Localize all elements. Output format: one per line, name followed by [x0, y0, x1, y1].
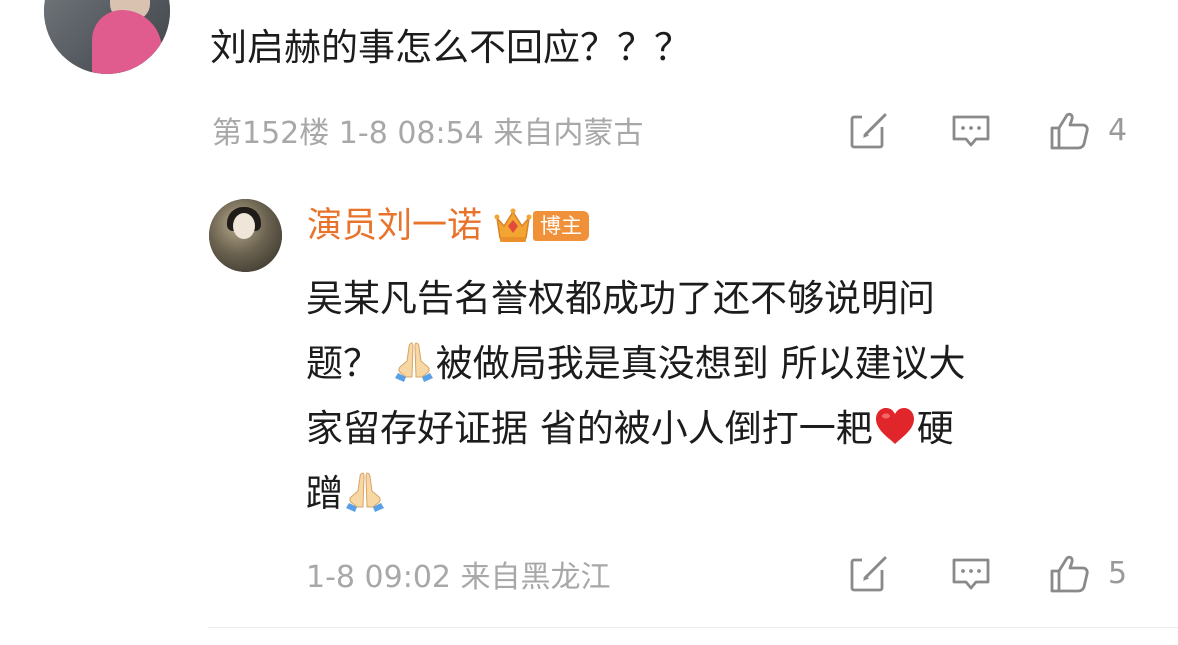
edit-icon[interactable]: [848, 110, 890, 152]
reply-text-line: 题？ 被做局我是真没想到 所以建议大: [306, 331, 1106, 396]
comment-icon[interactable]: [950, 553, 992, 595]
praying-hands-icon: [343, 469, 387, 513]
reply-text: 吴某凡告名誉权都成功了还不够说明问 题？ 被做局我是真没想到 所以建议大 家留存…: [306, 266, 1106, 526]
blogger-badge: 博主: [533, 211, 590, 241]
reply-text-line: 吴某凡告名誉权都成功了还不够说明问: [306, 277, 935, 320]
reply-text-segment: 家留存好证据 省的被小人倒打一耙: [306, 407, 873, 450]
like-icon[interactable]: [1048, 553, 1090, 595]
reply-author-row: 演员刘一诺 博主: [307, 200, 590, 252]
red-heart-icon: [873, 404, 917, 448]
comment-text: 刘启赫的事怎么不回应？？？: [210, 26, 691, 69]
like-count: 4: [1108, 113, 1128, 148]
comment-icon[interactable]: [950, 110, 992, 152]
edit-icon[interactable]: [848, 553, 890, 595]
comment-actions: 4: [848, 110, 1127, 152]
reply-author-avatar[interactable]: [209, 199, 282, 272]
reply-text-segment: 题？: [306, 342, 392, 385]
praying-hands-icon: [392, 339, 436, 383]
crown-icon: [494, 206, 532, 246]
reply-meta: 1-8 09:02 来自黑龙江: [306, 560, 611, 595]
avatar-face: [233, 213, 255, 239]
reply-text-line: 蹭: [306, 461, 1106, 526]
like-count: 5: [1108, 556, 1128, 591]
like-icon[interactable]: [1048, 110, 1090, 152]
comment-meta: 第152楼 1-8 08:54 来自内蒙古: [212, 116, 644, 151]
commenter-avatar[interactable]: [44, 0, 170, 74]
reply-text-segment: 蹭: [306, 472, 343, 515]
reply-text-segment: 被做局我是真没想到 所以建议大: [435, 342, 966, 385]
reply-author-name[interactable]: 演员刘一诺: [307, 200, 482, 252]
reply-text-segment: 硬: [916, 407, 954, 450]
reply-actions: 5: [848, 553, 1127, 595]
reply-text-line: 家留存好证据 省的被小人倒打一耙 硬: [306, 396, 1106, 461]
divider: [208, 627, 1178, 628]
